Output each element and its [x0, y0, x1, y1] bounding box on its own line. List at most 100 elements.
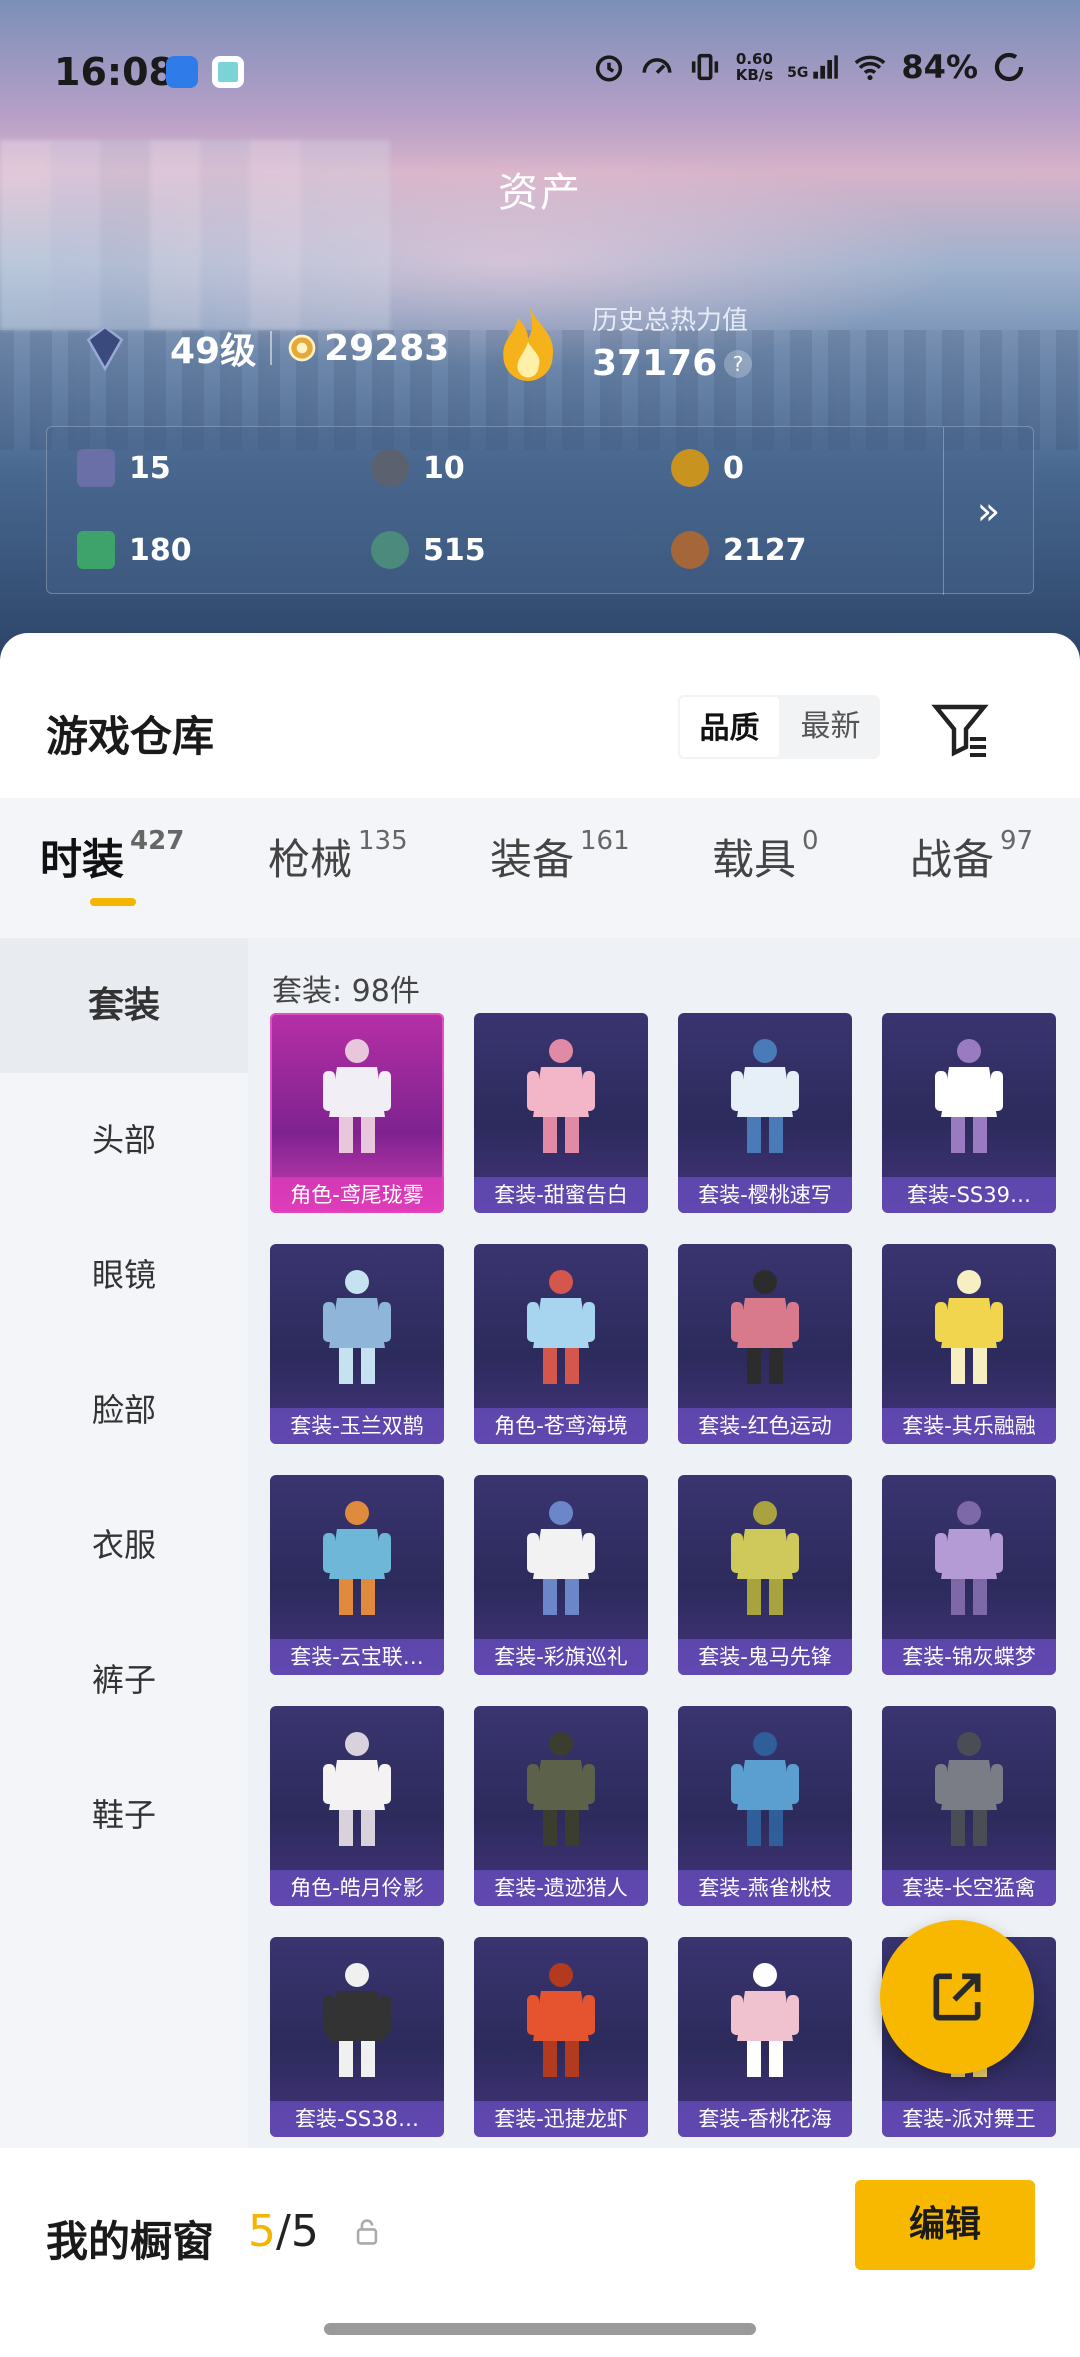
heat-value: 37176 [592, 343, 718, 384]
net-speed: 0.60 KB/s [735, 50, 774, 84]
item-card[interactable]: 套装-玉兰双鹊 [270, 1244, 444, 1444]
item-card[interactable]: 套装-鬼马先锋 [678, 1475, 852, 1675]
outfit-thumbnail-icon [323, 1732, 391, 1846]
outfit-thumbnail-icon [731, 1732, 799, 1846]
item-card[interactable]: 套装-SS39… [882, 1013, 1056, 1213]
showcase-bar: 我的橱窗 5/5 编辑 [0, 2148, 1080, 2357]
sort-toggle: 品质 最新 [678, 695, 880, 759]
item-label: 套装-其乐融融 [882, 1408, 1056, 1444]
gold-coin-icon [671, 449, 709, 487]
outfit-thumbnail-icon [527, 1963, 595, 2077]
outfit-thumbnail-icon [935, 1501, 1003, 1615]
tab-equipment[interactable]: 装备 161 [490, 826, 630, 887]
side-item-sets[interactable]: 套装 [0, 938, 248, 1073]
item-label: 套装-遗迹猎人 [474, 1870, 648, 1906]
tab-vehicles[interactable]: 载具 0 [712, 826, 819, 887]
item-card[interactable]: 套装-燕雀桃枝 [678, 1706, 852, 1906]
item-card[interactable]: 套装-锦灰蝶梦 [882, 1475, 1056, 1675]
item-grid-area: 套装: 98件 角色-鸢尾珑雾 套装-甜蜜告白 套装-樱桃速写 套装-SS39… 套装-… [248, 938, 1080, 2357]
tab-fashion[interactable]: 时装 427 [40, 826, 184, 887]
category-tabs: 时装 427 枪械 135 装备 161 载具 0 战备 97 [0, 798, 1080, 938]
resource-panel: 15 10 0 180 515 2127 » [46, 426, 1034, 595]
gem-icon [371, 531, 409, 569]
card-icon [77, 449, 115, 487]
item-card[interactable]: 角色-鸢尾珑雾 [270, 1013, 444, 1213]
side-item-glasses[interactable]: 眼镜 [0, 1208, 248, 1343]
resource-item: 15 [77, 449, 171, 487]
sort-newest-button[interactable]: 最新 [781, 695, 880, 759]
item-card[interactable]: 套装-SS38… [270, 1937, 444, 2137]
item-card[interactable]: 套装-其乐融融 [882, 1244, 1056, 1444]
item-label: 角色-皓月伶影 [270, 1870, 444, 1906]
item-label: 套装-彩旗巡礼 [474, 1639, 648, 1675]
heat-label: 历史总热力值 [592, 306, 749, 336]
item-card[interactable]: 套装-甜蜜告白 [474, 1013, 648, 1213]
item-card[interactable]: 套装-红色运动 [678, 1244, 852, 1444]
item-card[interactable]: 角色-苍鸢海境 [474, 1244, 648, 1444]
side-item-face[interactable]: 脸部 [0, 1343, 248, 1478]
item-label: 套装-长空猛禽 [882, 1870, 1056, 1906]
side-menu: 套装 头部 眼镜 脸部 衣服 裤子 鞋子 [0, 938, 248, 2357]
page-title: 资产 [498, 170, 582, 216]
outfit-thumbnail-icon [323, 1963, 391, 2077]
share-fab[interactable] [880, 1920, 1034, 2074]
resource-item: 10 [371, 449, 465, 487]
item-card[interactable]: 套装-迅捷龙虾 [474, 1937, 648, 2137]
item-card[interactable]: 角色-皓月伶影 [270, 1706, 444, 1906]
side-item-head[interactable]: 头部 [0, 1073, 248, 1208]
outfit-thumbnail-icon [731, 1039, 799, 1153]
item-card[interactable]: 套装-长空猛禽 [882, 1706, 1056, 1906]
app-notification-icon [166, 56, 198, 88]
signal-icon [813, 55, 839, 79]
vibrate-icon [691, 53, 718, 81]
outfit-thumbnail-icon [731, 1501, 799, 1615]
outfit-thumbnail-icon [731, 1963, 799, 2077]
outfit-thumbnail-icon [527, 1039, 595, 1153]
share-external-icon [933, 1973, 981, 2021]
battery-icon [994, 52, 1024, 82]
edit-button[interactable]: 编辑 [855, 2180, 1035, 2270]
resources-more-button[interactable]: » [943, 427, 1033, 595]
side-item-clothes[interactable]: 衣服 [0, 1478, 248, 1613]
outfit-thumbnail-icon [527, 1501, 595, 1615]
help-icon[interactable]: ? [724, 350, 752, 378]
item-label: 套装-樱桃速写 [678, 1177, 852, 1213]
item-label: 套装-红色运动 [678, 1408, 852, 1444]
item-card[interactable]: 套装-云宝联… [270, 1475, 444, 1675]
tab-supplies[interactable]: 战备 97 [910, 826, 1033, 887]
resource-item: 2127 [671, 531, 807, 569]
warehouse-sheet: 游戏仓库 品质 最新 时装 427 枪械 135 装备 161 载具 0 战备 97 套装… [0, 633, 1080, 2357]
warehouse-title: 游戏仓库 [46, 712, 215, 761]
rank-badge-icon [86, 325, 124, 372]
item-label: 套装-香桃花海 [678, 2101, 852, 2137]
bronze-coin-icon [671, 531, 709, 569]
item-label: 套装-迅捷龙虾 [474, 2101, 648, 2137]
outfit-thumbnail-icon [935, 1039, 1003, 1153]
speedometer-icon [642, 58, 672, 74]
flame-icon [503, 303, 554, 381]
tab-weapons[interactable]: 枪械 135 [268, 826, 408, 887]
item-card[interactable]: 套装-彩旗巡礼 [474, 1475, 648, 1675]
network-type: 5G [787, 53, 839, 81]
active-tab-underline [90, 898, 136, 906]
item-card[interactable]: 套装-遗迹猎人 [474, 1706, 648, 1906]
outfit-thumbnail-icon [731, 1270, 799, 1384]
outfit-thumbnail-icon [527, 1732, 595, 1846]
item-card[interactable]: 套装-香桃花海 [678, 1937, 852, 2137]
showcase-label: 我的橱窗 [46, 2217, 215, 2266]
alarm-icon [595, 55, 622, 82]
side-item-shoes[interactable]: 鞋子 [0, 1748, 248, 1883]
hero-banner: 16:08 0.60 KB/s 5G 84% 资产 49级 29283 历史总热力… [0, 0, 1080, 660]
side-item-pants[interactable]: 裤子 [0, 1613, 248, 1748]
outfit-thumbnail-icon [323, 1039, 391, 1153]
player-points: 29283 [324, 327, 450, 369]
outfit-thumbnail-icon [935, 1270, 1003, 1384]
divider [270, 331, 273, 365]
item-label: 套装-SS38… [270, 2101, 444, 2137]
showcase-count: 5/5 [248, 2206, 319, 2257]
item-card[interactable]: 套装-樱桃速写 [678, 1013, 852, 1213]
filter-icon[interactable] [930, 699, 990, 759]
status-time: 16:08 [54, 50, 175, 94]
item-label: 套装-玉兰双鹊 [270, 1408, 444, 1444]
sort-quality-button[interactable]: 品质 [678, 695, 781, 759]
